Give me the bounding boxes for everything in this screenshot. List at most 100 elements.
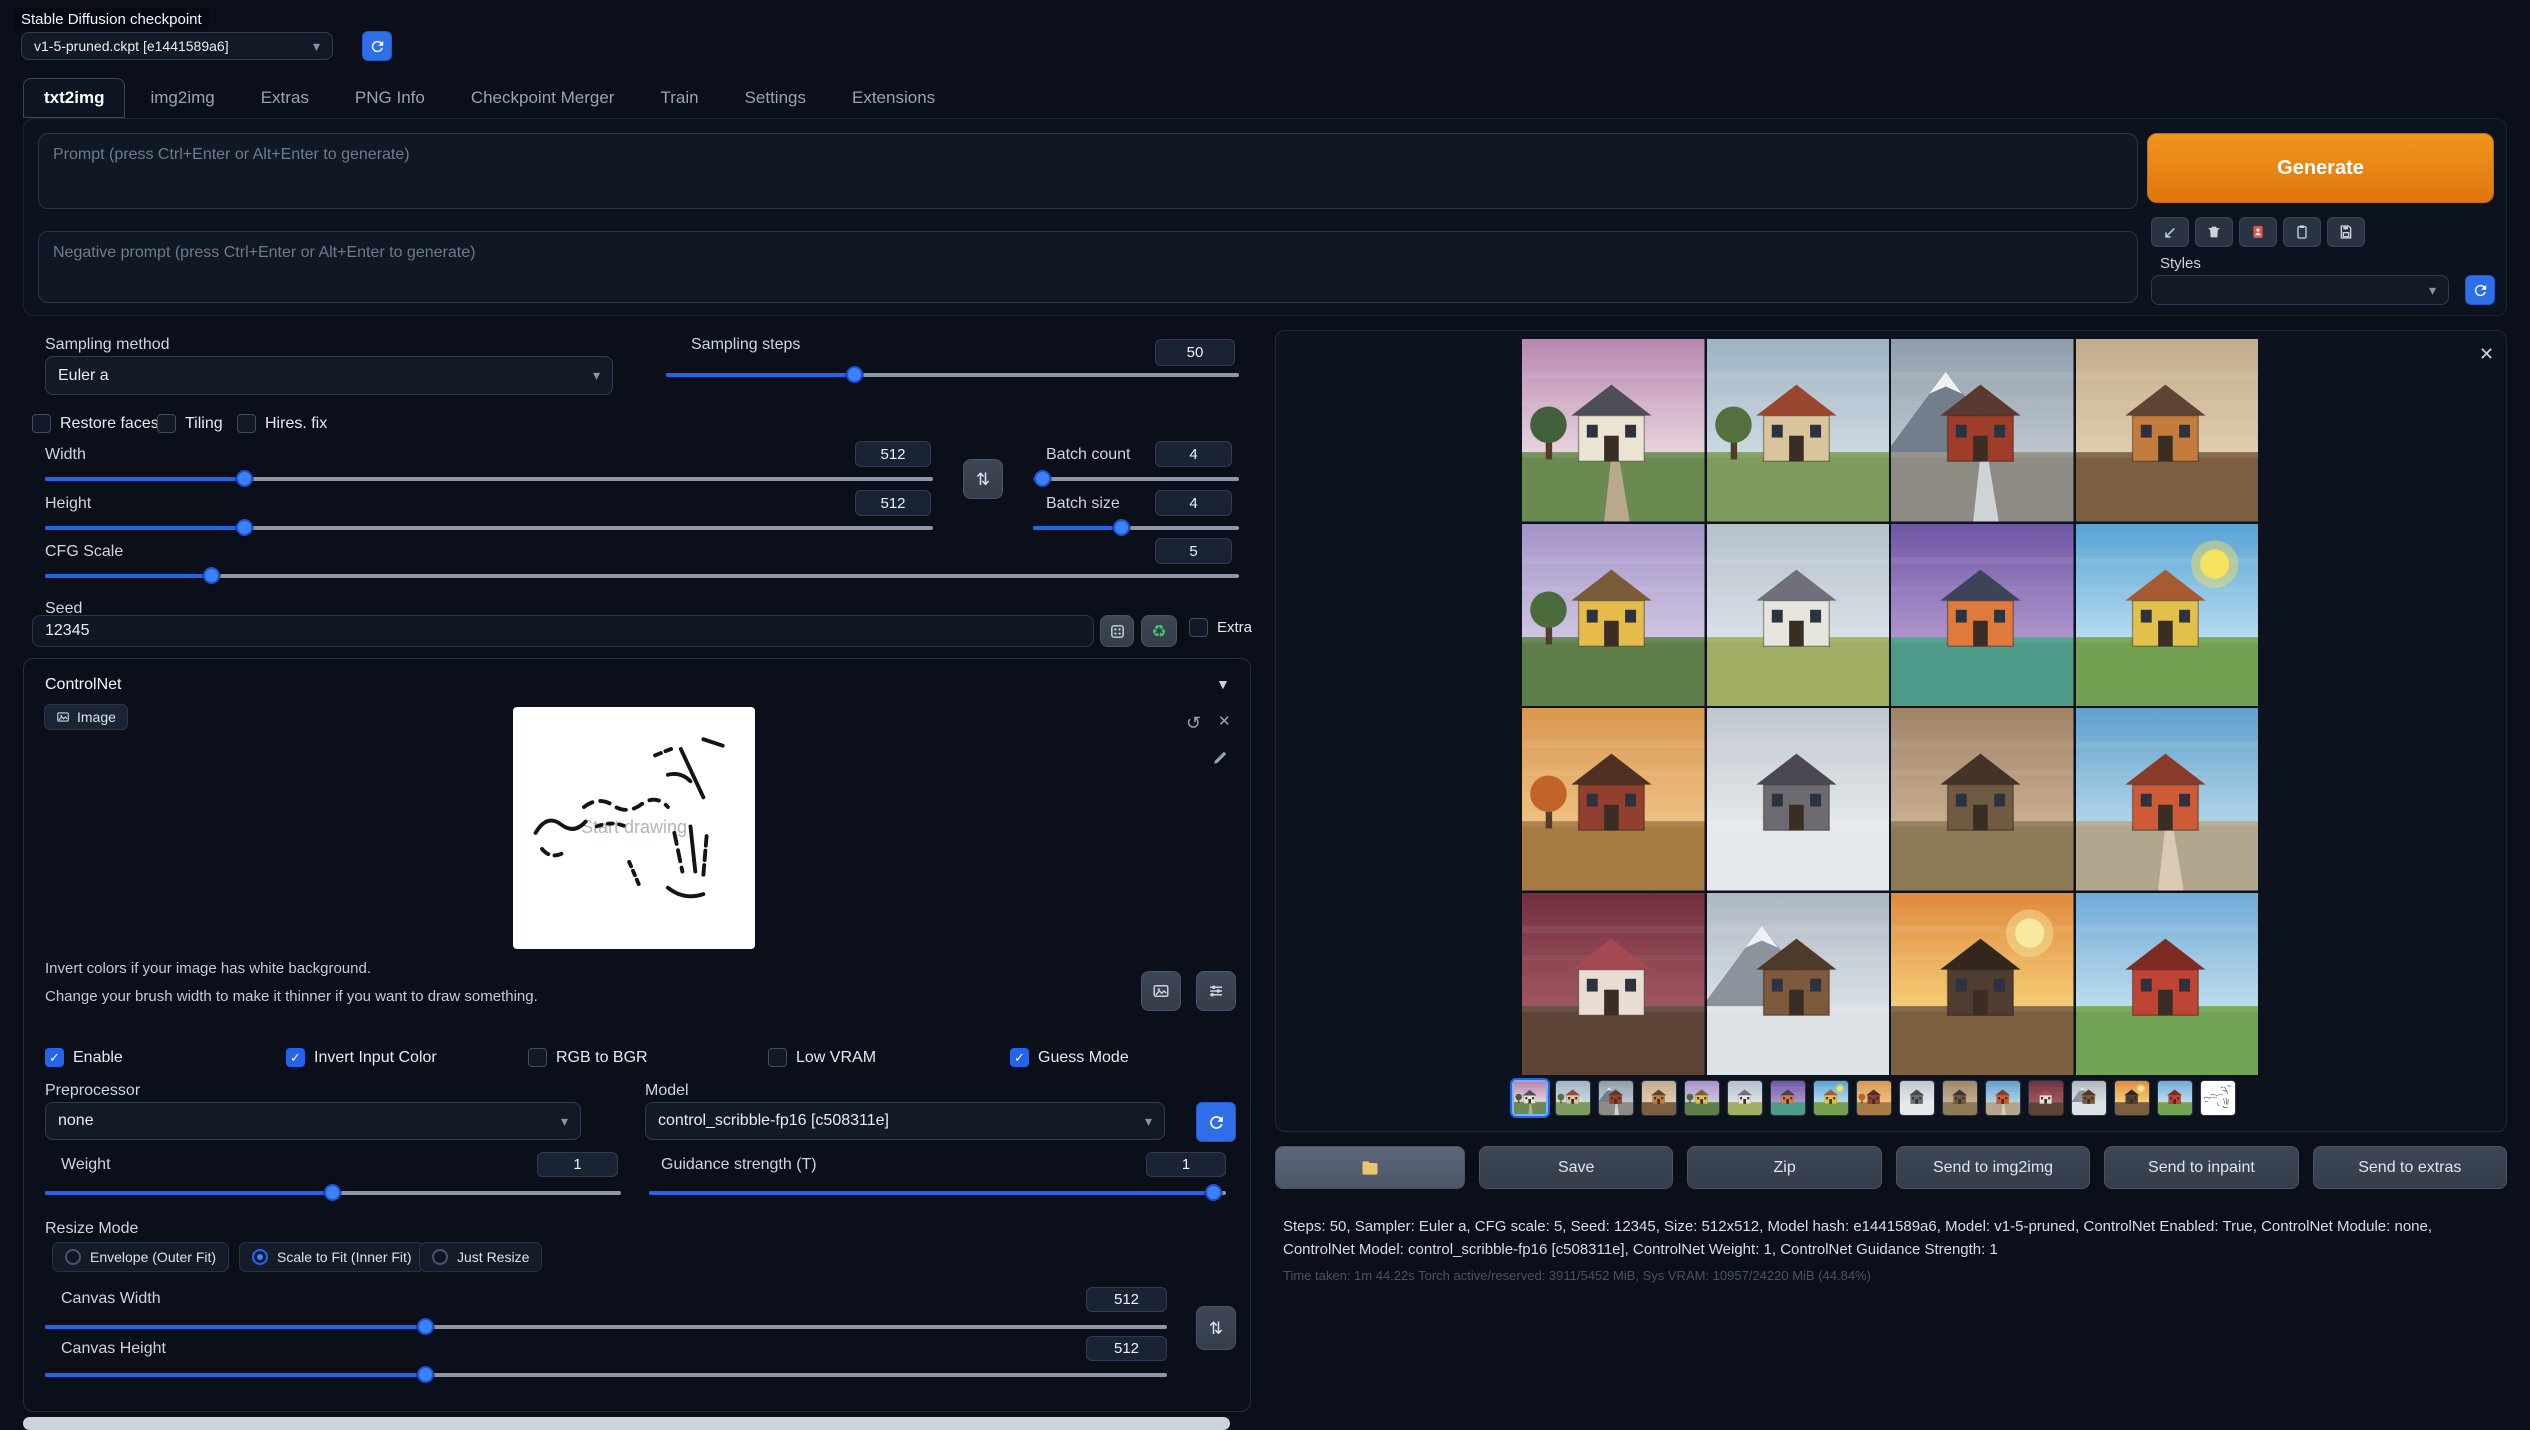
slider-knob[interactable] — [203, 567, 220, 584]
styles-select[interactable]: ▾ — [2151, 275, 2449, 305]
sampling-steps-slider[interactable] — [666, 366, 1239, 384]
canvas-height-value[interactable]: 512 — [1086, 1336, 1167, 1361]
checkbox-extra[interactable]: Extra — [1189, 618, 1252, 637]
checkbox-box[interactable]: ✓ — [45, 1048, 64, 1067]
gallery-thumbnail-8[interactable] — [1813, 1080, 1849, 1116]
controlnet-drawing-canvas[interactable]: Start drawing — [513, 707, 755, 949]
controlnet-model-refresh-button[interactable] — [1196, 1102, 1236, 1142]
slider-knob[interactable] — [1205, 1184, 1222, 1201]
batch-count-slider[interactable] — [1033, 470, 1239, 488]
gallery-image-15[interactable] — [1891, 893, 2074, 1076]
undo-icon[interactable]: ↺ — [1186, 714, 1201, 732]
tab-png-info[interactable]: PNG Info — [334, 78, 446, 118]
generate-button[interactable]: Generate — [2147, 133, 2494, 203]
open-output-folder-button[interactable] — [1275, 1146, 1465, 1189]
gallery-image-4[interactable] — [2076, 339, 2259, 522]
gallery-image-14[interactable] — [1707, 893, 1890, 1076]
tab-extras[interactable]: Extras — [240, 78, 330, 118]
gallery-image-9[interactable] — [1522, 708, 1705, 891]
gallery-image-2[interactable] — [1707, 339, 1890, 522]
checkbox-box[interactable] — [768, 1048, 787, 1067]
width-value[interactable]: 512 — [855, 441, 931, 467]
gallery-thumbnail-11[interactable] — [1942, 1080, 1978, 1116]
styles-refresh-button[interactable] — [2465, 275, 2495, 305]
gallery-thumbnail-6[interactable] — [1727, 1080, 1763, 1116]
canvas-width-slider[interactable] — [45, 1318, 1167, 1336]
seed-reuse-button[interactable]: ♻ — [1141, 615, 1177, 647]
guidance-strength-slider[interactable] — [649, 1184, 1226, 1202]
slider-knob[interactable] — [417, 1318, 434, 1335]
clear-prompt-button[interactable] — [2195, 217, 2233, 247]
gallery-image-6[interactable] — [1707, 524, 1890, 707]
seed-random-button[interactable] — [1100, 615, 1134, 647]
checkbox-guess-mode[interactable]: ✓Guess Mode — [1010, 1048, 1129, 1067]
preprocessor-select[interactable]: none ▾ — [45, 1102, 581, 1140]
gallery-thumbnail-16[interactable] — [2157, 1080, 2193, 1116]
checkbox-low-vram[interactable]: Low VRAM — [768, 1048, 876, 1067]
gallery-thumbnail-13[interactable] — [2028, 1080, 2064, 1116]
clear-canvas-icon[interactable]: ✕ — [1218, 714, 1231, 729]
checkbox-hires-fix[interactable]: Hires. fix — [237, 414, 327, 433]
radio-envelope-outer-fit[interactable]: Envelope (Outer Fit) — [52, 1242, 229, 1272]
send-to-inpaint-button[interactable]: Send to inpaint — [2104, 1146, 2298, 1189]
horizontal-scrollbar[interactable] — [23, 1417, 1230, 1430]
checkbox-box[interactable] — [528, 1048, 547, 1067]
tab-txt2img[interactable]: txt2img — [23, 78, 125, 118]
gallery-image-16[interactable] — [2076, 893, 2259, 1076]
guidance-strength-value[interactable]: 1 — [1146, 1152, 1226, 1177]
brush-pencil-icon[interactable] — [1212, 748, 1230, 766]
radio-scale-to-fit-inner-fit[interactable]: Scale to Fit (Inner Fit) — [239, 1242, 425, 1272]
slider-knob[interactable] — [417, 1366, 434, 1383]
radio-circle[interactable] — [432, 1249, 448, 1265]
gallery-image-11[interactable] — [1891, 708, 2074, 891]
sampling-steps-value[interactable]: 50 — [1155, 339, 1235, 366]
cfg-scale-slider[interactable] — [45, 567, 1239, 585]
checkbox-box[interactable]: ✓ — [1010, 1048, 1029, 1067]
controlnet-weight-value[interactable]: 1 — [537, 1152, 618, 1177]
checkbox-tiling[interactable]: Tiling — [157, 414, 223, 433]
slider-knob[interactable] — [236, 470, 253, 487]
negative-prompt-input[interactable] — [38, 231, 2138, 303]
tab-extensions[interactable]: Extensions — [831, 78, 956, 118]
checkbox-box[interactable]: ✓ — [286, 1048, 305, 1067]
tab-checkpoint-merger[interactable]: Checkpoint Merger — [450, 78, 636, 118]
gallery-thumbnail-7[interactable] — [1770, 1080, 1806, 1116]
gallery-thumbnail-5[interactable] — [1684, 1080, 1720, 1116]
width-slider[interactable] — [45, 470, 933, 488]
slider-knob[interactable] — [324, 1184, 341, 1201]
checkpoint-refresh-button[interactable] — [362, 31, 392, 61]
canvas-width-value[interactable]: 512 — [1086, 1287, 1167, 1312]
batch-count-value[interactable]: 4 — [1155, 441, 1232, 467]
swap-canvas-dimensions-button[interactable]: ⇅ — [1196, 1306, 1236, 1350]
radio-circle[interactable] — [252, 1249, 268, 1265]
tab-train[interactable]: Train — [639, 78, 719, 118]
controlnet-weight-slider[interactable] — [45, 1184, 621, 1202]
slider-knob[interactable] — [236, 519, 253, 536]
gallery-thumbnail-2[interactable] — [1555, 1080, 1591, 1116]
send-to-extras-button[interactable]: Send to extras — [2313, 1146, 2507, 1189]
cfg-scale-value[interactable]: 5 — [1155, 538, 1232, 564]
save-style-button[interactable] — [2327, 217, 2365, 247]
gallery-close-icon[interactable]: ✕ — [2479, 344, 2494, 365]
gallery-image-10[interactable] — [1707, 708, 1890, 891]
swap-width-height-button[interactable]: ⇅ — [963, 459, 1003, 499]
checkpoint-select[interactable]: v1-5-pruned.ckpt [e1441589a6] ▾ — [21, 32, 333, 60]
slider-knob[interactable] — [1034, 470, 1051, 487]
gallery-image-7[interactable] — [1891, 524, 2074, 707]
slider-knob[interactable] — [1113, 519, 1130, 536]
gallery-thumbnail-9[interactable] — [1856, 1080, 1892, 1116]
gallery-thumbnail-10[interactable] — [1899, 1080, 1935, 1116]
adjust-sliders-button[interactable] — [1196, 971, 1236, 1011]
checkbox-box[interactable] — [32, 414, 51, 433]
tab-image[interactable]: Image — [44, 704, 128, 730]
radio-just-resize[interactable]: Just Resize — [419, 1242, 542, 1272]
height-value[interactable]: 512 — [855, 490, 931, 516]
checkbox-box[interactable] — [1189, 618, 1208, 637]
tab-settings[interactable]: Settings — [724, 78, 827, 118]
gallery-image-3[interactable] — [1891, 339, 2074, 522]
send-to-img2img-button[interactable]: Send to img2img — [1896, 1146, 2090, 1189]
prompt-input[interactable] — [38, 133, 2138, 209]
gallery-image-13[interactable] — [1522, 893, 1705, 1076]
batch-size-value[interactable]: 4 — [1155, 490, 1232, 516]
controlnet-model-select[interactable]: control_scribble-fp16 [c508311e] ▾ — [645, 1102, 1165, 1140]
